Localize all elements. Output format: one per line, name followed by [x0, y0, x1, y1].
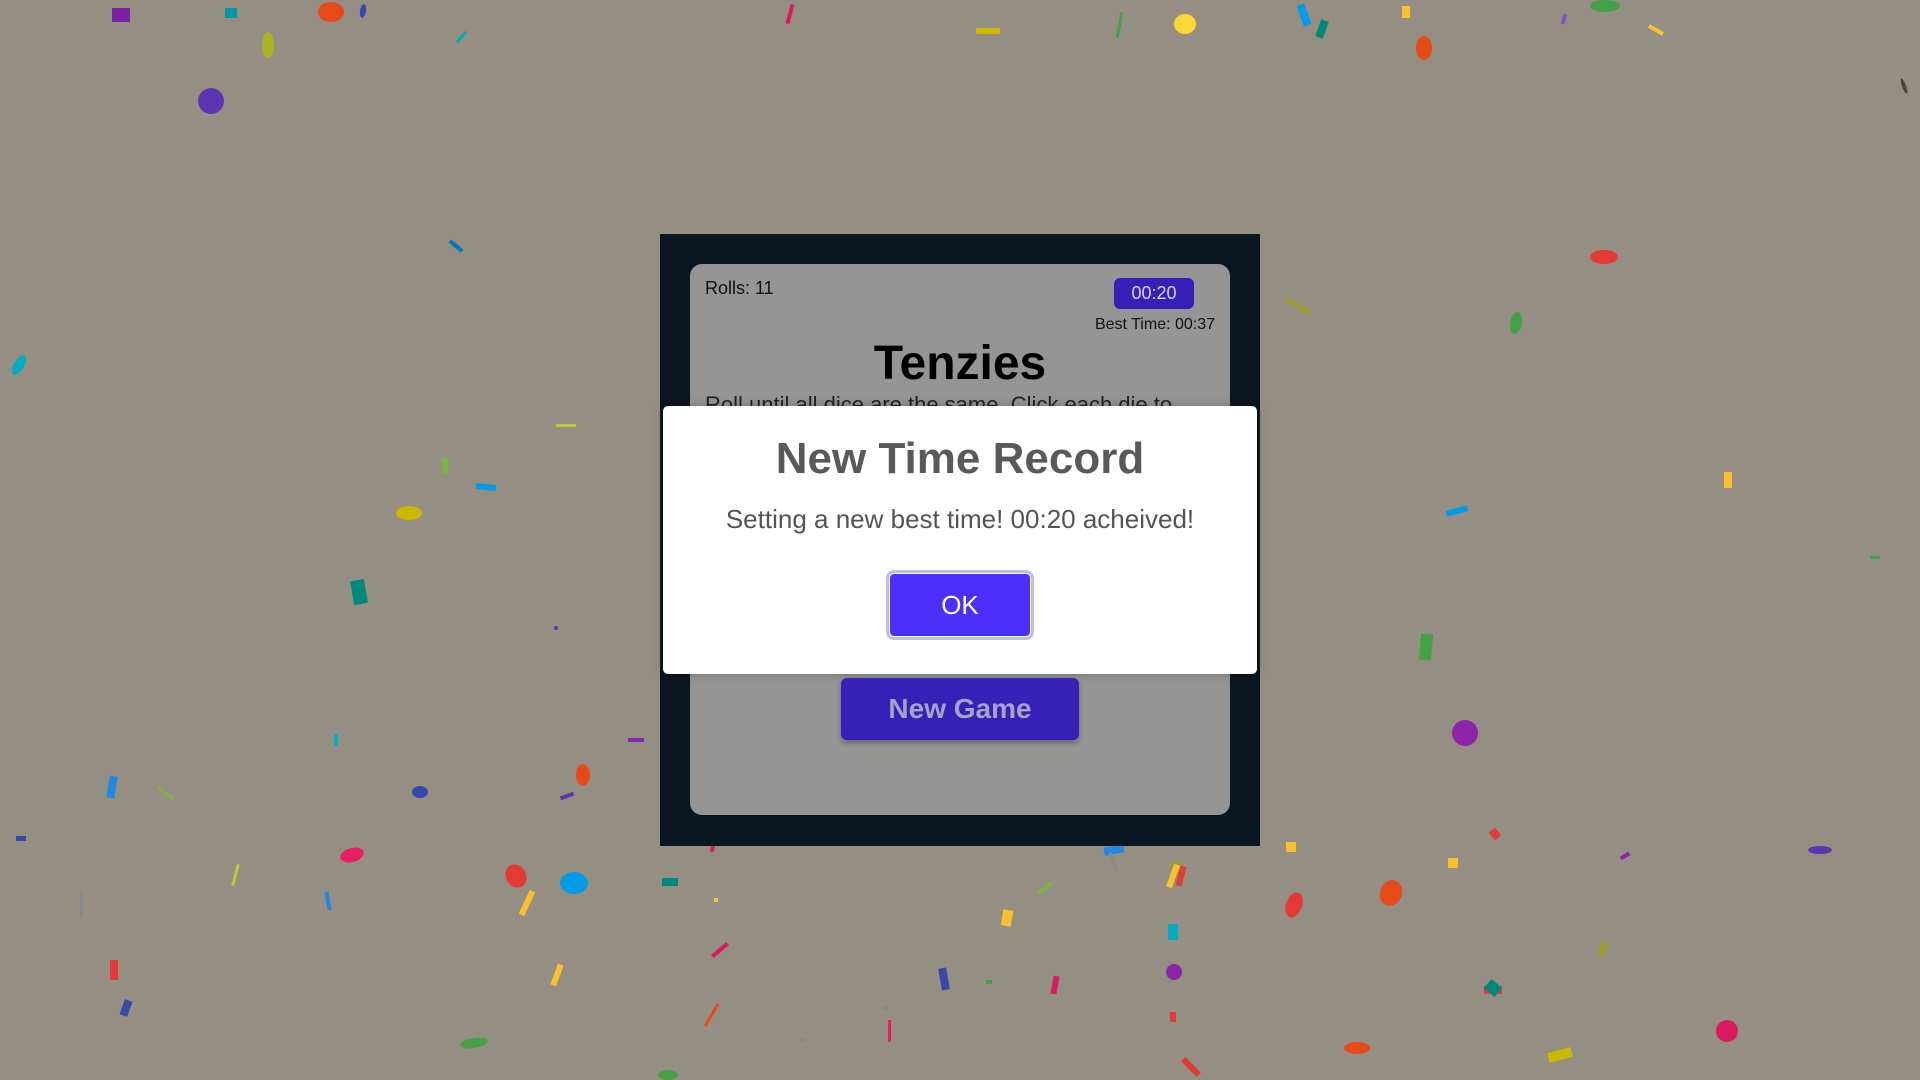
confetti-piece: [1402, 6, 1410, 18]
confetti-piece: [16, 836, 26, 841]
confetti-piece: [1108, 852, 1119, 872]
confetti-piece: [110, 960, 118, 980]
confetti-piece: [80, 892, 83, 918]
confetti-piece: [1870, 556, 1880, 559]
confetti-piece: [1483, 978, 1503, 998]
new-game-button[interactable]: New Game: [841, 678, 1079, 740]
confetti-piece: [888, 1020, 891, 1042]
game-title: Tenzies: [873, 337, 1047, 390]
confetti-piece: [1000, 909, 1014, 927]
confetti-piece: [475, 483, 497, 491]
confetti-piece: [442, 458, 448, 474]
confetti-piece: [1166, 964, 1182, 980]
confetti-piece: [1899, 77, 1909, 95]
confetti-piece: [350, 578, 368, 606]
confetti-piece: [1344, 1042, 1370, 1054]
confetti-piece: [1296, 3, 1312, 27]
confetti-piece: [554, 626, 558, 630]
rolls-counter: Rolls: 11: [705, 278, 774, 298]
confetti-piece: [225, 8, 237, 18]
confetti-piece: [1050, 975, 1060, 995]
confetti-piece: [9, 352, 29, 378]
confetti-piece: [1376, 877, 1406, 909]
confetti-piece: [1484, 986, 1502, 994]
confetti-piece: [1508, 311, 1524, 335]
confetti-piece: [1286, 842, 1296, 852]
confetti-piece: [1448, 858, 1458, 868]
confetti-piece: [412, 786, 428, 798]
confetti-piece: [556, 424, 576, 427]
confetti-piece: [1488, 827, 1502, 841]
confetti-piece: [1724, 472, 1732, 488]
confetti-piece: [662, 878, 678, 886]
confetti-piece: [1036, 881, 1054, 895]
confetti-piece: [448, 239, 464, 253]
confetti-piece: [1416, 36, 1432, 60]
confetti-piece: [1103, 844, 1125, 856]
confetti-piece: [1315, 19, 1329, 39]
confetti-piece: [358, 3, 368, 19]
confetti-piece: [1547, 1047, 1573, 1063]
confetti-piece: [1181, 1057, 1201, 1077]
confetti-piece: [1560, 13, 1568, 25]
confetti-piece: [800, 1038, 806, 1042]
confetti-piece: [501, 860, 531, 892]
confetti-piece: [1418, 633, 1434, 661]
confetti-piece: [986, 980, 992, 984]
confetti-piece: [231, 863, 240, 887]
confetti-piece: [1284, 297, 1312, 315]
confetti-piece: [1175, 865, 1187, 887]
confetti-piece: [1445, 505, 1469, 517]
confetti-piece: [459, 1035, 489, 1051]
confetti-piece: [334, 734, 338, 746]
confetti-piece: [1590, 0, 1620, 12]
confetti-piece: [106, 775, 118, 799]
confetti-piece: [559, 791, 575, 801]
confetti-piece: [324, 891, 332, 911]
confetti-piece: [518, 889, 536, 917]
confetti-piece: [455, 30, 468, 44]
confetti-piece: [1716, 1020, 1738, 1042]
confetti-piece: [1452, 720, 1478, 746]
confetti-piece: [938, 967, 950, 991]
confetti-piece: [976, 28, 1000, 34]
confetti-piece: [396, 506, 422, 520]
confetti-piece: [1808, 846, 1832, 854]
confetti-piece: [119, 999, 133, 1017]
confetti-piece: [1166, 863, 1180, 889]
confetti-piece: [1115, 11, 1124, 39]
confetti-piece: [1170, 1012, 1176, 1022]
confetti-piece: [711, 942, 729, 958]
confetti-piece: [658, 1070, 678, 1080]
confetti-piece: [703, 1002, 720, 1028]
modal-title: New Time Record: [775, 434, 1145, 483]
confetti-piece: [262, 32, 274, 58]
confetti-piece: [714, 898, 718, 902]
timer-badge: 00:20: [1114, 278, 1194, 309]
confetti-piece: [338, 845, 366, 865]
confetti-piece: [1174, 14, 1196, 34]
confetti-piece: [884, 1006, 888, 1010]
confetti-piece: [1282, 890, 1306, 920]
confetti-piece: [156, 786, 176, 801]
best-time-label: Best Time: 00:37: [1094, 316, 1215, 333]
confetti-piece: [112, 8, 130, 22]
confetti-piece: [318, 2, 344, 22]
confetti-piece: [576, 764, 590, 786]
confetti-piece: [1168, 924, 1178, 940]
confetti-piece: [1590, 250, 1618, 264]
confetti-piece: [1619, 851, 1631, 861]
confetti-piece: [198, 88, 224, 114]
confetti-piece: [1598, 941, 1608, 957]
confetti-piece: [560, 872, 588, 894]
new-record-modal: New Time Record Setting a new best time!…: [663, 406, 1257, 674]
confetti-piece: [1648, 24, 1664, 36]
confetti-piece: [785, 3, 795, 25]
confetti-piece: [550, 963, 564, 987]
confetti-piece: [628, 738, 644, 742]
ok-button[interactable]: OK: [890, 574, 1030, 636]
confetti-piece: [1169, 860, 1183, 868]
modal-message: Setting a new best time! 00:20 acheived!: [725, 504, 1195, 534]
